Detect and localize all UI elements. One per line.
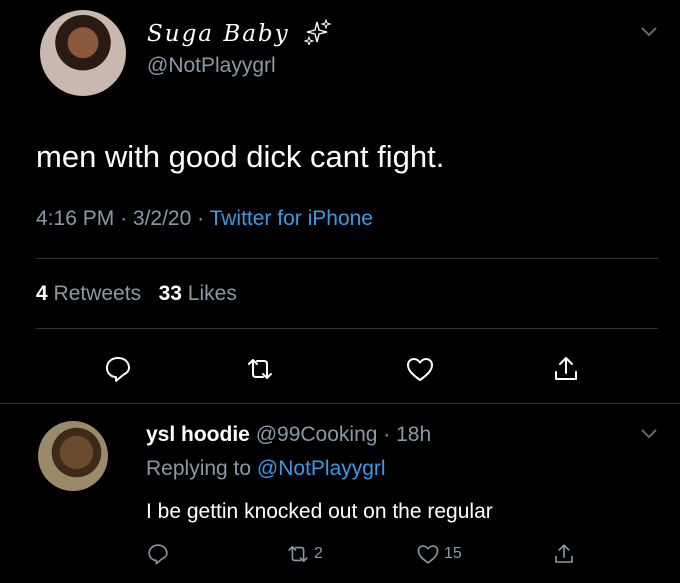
retweet-icon[interactable] (245, 354, 275, 384)
like-icon (417, 545, 439, 564)
tweet-date[interactable]: 3/2/20 (133, 207, 191, 230)
like-icon[interactable] (405, 354, 435, 384)
display-name-text: Suga Baby (147, 21, 290, 47)
tweet-source[interactable]: Twitter for iPhone (210, 207, 373, 230)
reply-age[interactable]: 18h (396, 423, 431, 446)
reply-icon (148, 544, 168, 565)
like-count: 33 (158, 282, 182, 305)
avatar[interactable] (40, 10, 126, 96)
like-label: Likes (187, 282, 237, 305)
reply-share-button[interactable] (552, 541, 576, 567)
tweet-meta: 4:16 PM · 3/2/20 · Twitter for iPhone (36, 207, 373, 231)
likes-stat[interactable]: 33 Likes (159, 282, 237, 305)
divider (0, 403, 680, 404)
share-icon (555, 544, 573, 563)
retweet-count: 4 (36, 282, 48, 305)
tweet-stats: 4 Retweets 33 Likes (36, 282, 237, 306)
retweet-icon (288, 546, 308, 562)
reply-avatar[interactable] (38, 421, 108, 491)
share-icon[interactable] (551, 354, 581, 384)
retweets-stat[interactable]: 4 Retweets (36, 282, 141, 305)
chevron-down-icon[interactable] (640, 26, 658, 38)
reply-like-button[interactable]: 15 (416, 541, 462, 567)
display-name[interactable]: Suga Baby (147, 19, 331, 47)
reply-like-count: 15 (444, 545, 462, 562)
reply-reply-button[interactable] (146, 541, 170, 567)
reply-display-name[interactable]: ysl hoodie (146, 423, 250, 446)
replying-to: Replying to @NotPlayygrl (146, 457, 386, 481)
handle[interactable]: @NotPlayygrl (147, 54, 276, 78)
chevron-down-icon[interactable] (640, 428, 658, 440)
tweet-text: men with good dick cant fight. (36, 139, 445, 174)
meta-separator: · (197, 207, 210, 230)
reply-handle[interactable]: @99Cooking (256, 423, 378, 446)
divider (36, 328, 658, 329)
reply-icon[interactable] (103, 354, 133, 384)
reply-text: I be gettin knocked out on the regular (146, 500, 493, 523)
sparkle-icon (303, 19, 331, 45)
reply-retweet-button[interactable]: 2 (286, 541, 323, 567)
replying-to-label: Replying to (146, 457, 252, 480)
divider (36, 258, 658, 259)
meta-separator: · (120, 207, 133, 230)
replying-to-mention[interactable]: @NotPlayygrl (257, 457, 386, 480)
retweet-label: Retweets (53, 282, 142, 305)
meta-separator: · (383, 423, 391, 446)
reply-retweet-count: 2 (314, 545, 323, 562)
reply-header: ysl hoodie @99Cooking · 18h (146, 423, 431, 447)
tweet-time[interactable]: 4:16 PM (36, 207, 114, 230)
